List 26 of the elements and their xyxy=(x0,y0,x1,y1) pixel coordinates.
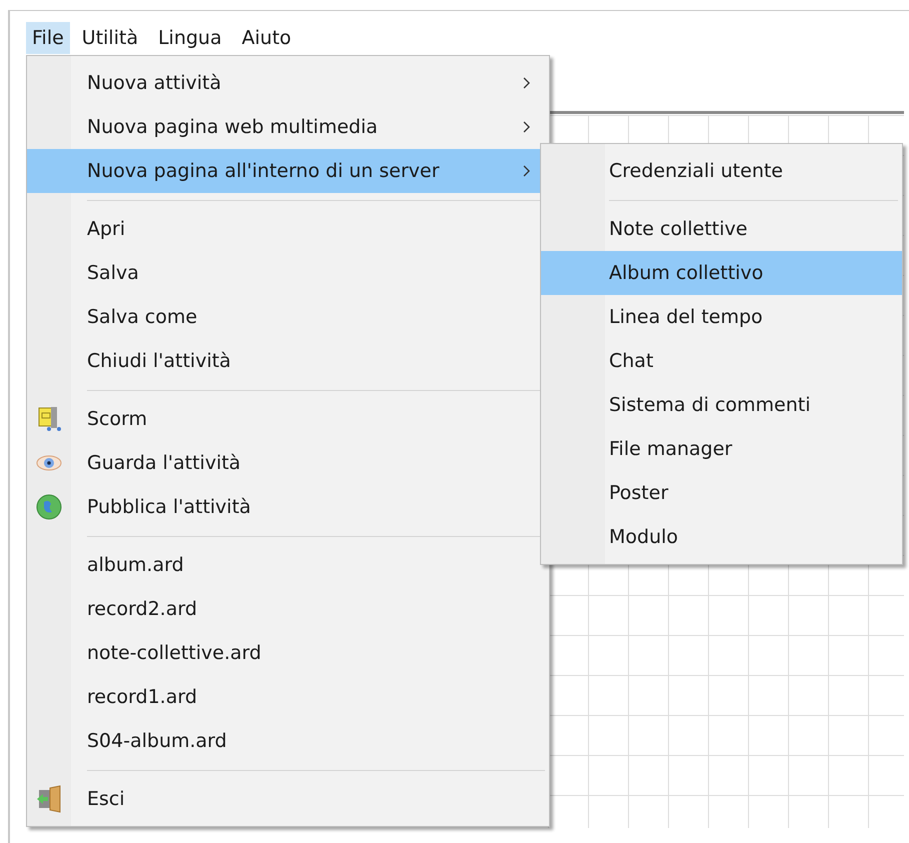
globe-icon xyxy=(36,494,62,520)
menu-item[interactable]: Modulo xyxy=(541,515,902,559)
chevron-right-icon xyxy=(523,121,531,133)
menu-item[interactable]: note-collettive.ard xyxy=(27,631,549,675)
menu-item[interactable]: record2.ard xyxy=(27,587,549,631)
menu-item[interactable]: Esci xyxy=(27,777,549,821)
exit-door-icon xyxy=(36,785,62,813)
menu-item[interactable]: Linea del tempo xyxy=(541,295,902,339)
eye-icon xyxy=(36,454,62,472)
menu-item[interactable]: Sistema di commenti xyxy=(541,383,902,427)
menu-item[interactable]: record1.ard xyxy=(27,675,549,719)
menu-bar-item[interactable]: Utilità xyxy=(74,22,146,54)
menu-item[interactable]: File manager xyxy=(541,427,902,471)
menu-item[interactable]: Album collettivo xyxy=(541,251,902,295)
menu-item[interactable]: Nuova attività xyxy=(27,61,549,105)
chevron-right-icon xyxy=(523,77,531,89)
menu-item[interactable]: Nuova pagina web multimedia xyxy=(27,105,549,149)
menu-bar-item[interactable]: Lingua xyxy=(150,22,230,54)
menu-bar-item[interactable]: Aiuto xyxy=(234,22,300,54)
menu-item[interactable]: Poster xyxy=(541,471,902,515)
package-icon xyxy=(37,406,61,432)
chevron-right-icon xyxy=(523,165,531,177)
menu-item[interactable]: S04-album.ard xyxy=(27,719,549,763)
menu-item[interactable]: Chat xyxy=(541,339,902,383)
menu-item[interactable]: Note collettive xyxy=(541,207,902,251)
menu-bar-item[interactable]: File xyxy=(26,22,70,54)
